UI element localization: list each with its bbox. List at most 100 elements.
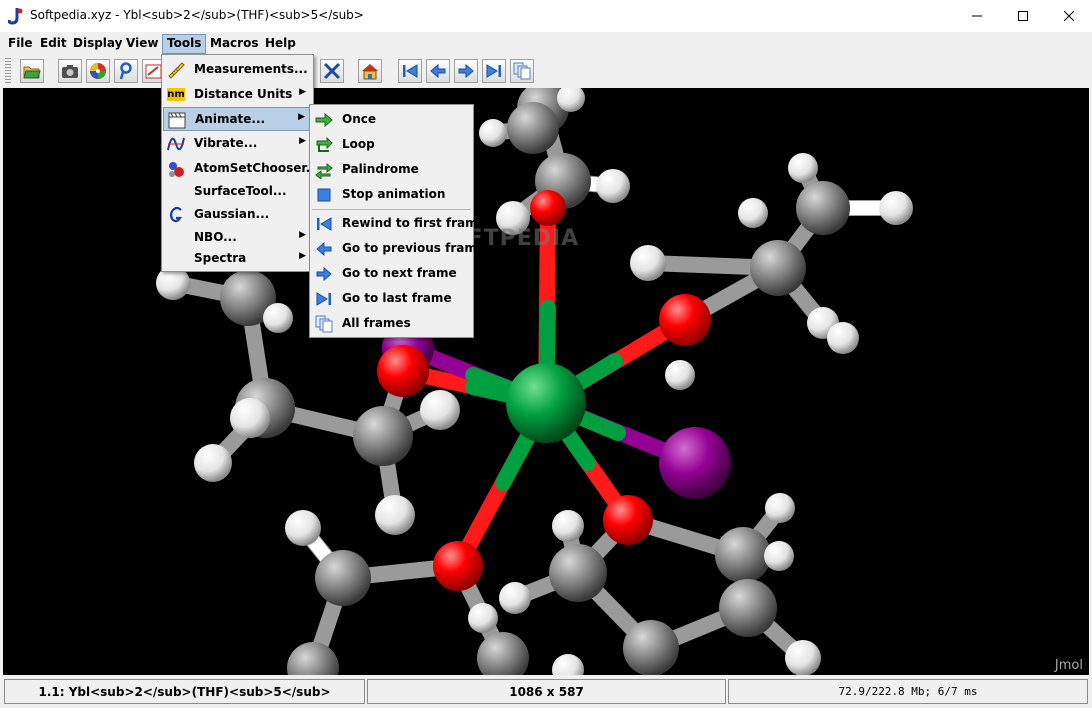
- menu-last-frame-label: Go to last frame: [342, 291, 452, 305]
- menu-all-frames[interactable]: All frames: [311, 312, 472, 336]
- menu-vibrate-label: Vibrate...: [194, 136, 258, 150]
- menu-view[interactable]: View: [122, 35, 162, 53]
- close-icon: [1064, 11, 1074, 21]
- home-icon: [362, 64, 378, 80]
- menu-rewind[interactable]: Rewind to first frame: [311, 212, 486, 236]
- menu-palindrome[interactable]: Palindrome: [311, 158, 472, 182]
- menu-edit[interactable]: Edit: [36, 35, 71, 53]
- jmol-app-icon: [8, 8, 23, 25]
- palindrome-icon: [315, 162, 333, 179]
- menu-previous-frame[interactable]: Go to previous frame: [311, 237, 485, 261]
- submenu-arrow-icon: ▶: [299, 230, 306, 240]
- last-frame-icon: [316, 292, 331, 306]
- stop-icon: [317, 188, 331, 202]
- previous-frame-button[interactable]: [426, 59, 450, 83]
- script-button[interactable]: [114, 59, 138, 83]
- export-image-button[interactable]: [58, 59, 82, 83]
- color-disc-icon: [90, 63, 106, 79]
- menu-loop[interactable]: Loop: [311, 133, 472, 157]
- all-frames-button[interactable]: [510, 59, 534, 83]
- toolbar-grip[interactable]: [5, 58, 11, 84]
- menu-macros[interactable]: Macros: [206, 35, 262, 53]
- jmol-label: Jmol: [1054, 658, 1083, 673]
- camera-icon: [62, 65, 78, 78]
- submenu-arrow-icon: ▶: [299, 251, 306, 261]
- menu-loop-label: Loop: [342, 137, 375, 151]
- title-bar: Softpedia.xyz - Ybl<sub>2</sub>(THF)<sub…: [0, 0, 1092, 32]
- submenu-arrow-icon: ▶: [299, 136, 306, 146]
- menu-display[interactable]: Display: [69, 35, 126, 53]
- menu-last-frame[interactable]: Go to last frame: [311, 287, 472, 311]
- previous-frame-icon: [316, 241, 332, 257]
- menu-bar: File Edit Display View Tools Macros Help: [0, 32, 1092, 54]
- menu-next-frame[interactable]: Go to next frame: [311, 262, 472, 286]
- menu-vibrate[interactable]: Vibrate... ▶: [163, 132, 312, 156]
- last-frame-button[interactable]: [482, 59, 506, 83]
- menu-once[interactable]: Once: [311, 108, 472, 132]
- menu-measurements[interactable]: Measurements...: [163, 58, 312, 82]
- rewind-icon: [317, 217, 332, 231]
- menu-animate-label: Animate...: [195, 112, 266, 126]
- home-button[interactable]: [358, 59, 382, 83]
- menu-stop-animation-label: Stop animation: [342, 187, 446, 201]
- all-frames-icon: [315, 315, 333, 333]
- status-memory: 72.9/222.8 Mb; 6/7 ms: [728, 679, 1088, 704]
- script-icon: [119, 62, 132, 80]
- menu-distance-units-label: Distance Units: [194, 87, 293, 101]
- menu-surfacetool-label: SurfaceTool...: [194, 184, 287, 198]
- maximize-icon: [1018, 11, 1028, 21]
- menu-measurements-label: Measurements...: [194, 62, 308, 76]
- menu-gaussian[interactable]: Gaussian...: [163, 203, 312, 227]
- menu-file[interactable]: File: [4, 35, 37, 53]
- arrow-right-icon: [315, 112, 333, 128]
- gaussian-g-icon: [169, 206, 182, 223]
- tools-menu: Measurements... nm Distance Units ▶ Anim…: [161, 54, 319, 272]
- ruler-icon: [168, 62, 185, 79]
- rotate-icon: [323, 62, 341, 80]
- status-dimensions: 1086 x 587: [367, 679, 726, 704]
- menu-separator: [312, 209, 471, 210]
- menu-spectra[interactable]: Spectra ▶: [163, 247, 312, 271]
- status-bar: 1.1: Ybl<sub>2</sub>(THF)<sub>5</sub> 10…: [0, 677, 1092, 708]
- color-button[interactable]: [86, 59, 110, 83]
- atom-set-icon: [169, 162, 184, 177]
- menu-gaussian-label: Gaussian...: [194, 207, 270, 221]
- rotate-button[interactable]: [320, 59, 344, 83]
- window-title: Softpedia.xyz - Ybl<sub>2</sub>(THF)<sub…: [30, 8, 364, 22]
- menu-stop-animation[interactable]: Stop animation: [311, 183, 472, 207]
- menu-animate[interactable]: Animate... ▶: [163, 107, 312, 131]
- next-frame-button[interactable]: [454, 59, 478, 83]
- status-model: 1.1: Ybl<sub>2</sub>(THF)<sub>5</sub>: [4, 679, 365, 704]
- first-frame-icon: [403, 64, 418, 78]
- animate-submenu: Once Loop Palindrome Stop animation Rewi…: [309, 104, 486, 338]
- open-button[interactable]: [20, 59, 44, 83]
- menu-all-frames-label: All frames: [342, 316, 411, 330]
- close-button[interactable]: [1046, 0, 1092, 32]
- menu-surfacetool[interactable]: SurfaceTool...: [163, 180, 312, 204]
- open-icon: [23, 66, 41, 79]
- clapperboard-icon: [168, 112, 186, 129]
- previous-frame-icon: [430, 63, 446, 79]
- menu-atomsetchooser-label: AtomSetChooser...: [194, 161, 320, 175]
- menu-previous-frame-label: Go to previous frame: [342, 241, 485, 255]
- menu-distance-units[interactable]: nm Distance Units ▶: [163, 83, 312, 107]
- menu-atomsetchooser[interactable]: AtomSetChooser...: [163, 157, 319, 181]
- menu-tools[interactable]: Tools: [162, 34, 207, 54]
- menu-spectra-label: Spectra: [194, 251, 247, 265]
- minimize-button[interactable]: [954, 0, 1000, 32]
- next-frame-icon: [316, 266, 332, 282]
- submenu-arrow-icon: ▶: [299, 87, 306, 97]
- nm-units-icon: nm: [167, 88, 185, 101]
- next-frame-icon: [458, 63, 474, 79]
- all-frames-icon: [513, 62, 531, 80]
- first-frame-button[interactable]: [398, 59, 422, 83]
- loop-icon: [316, 136, 333, 152]
- menu-next-frame-label: Go to next frame: [342, 266, 457, 280]
- menu-once-label: Once: [342, 112, 376, 126]
- maximize-button[interactable]: [1000, 0, 1046, 32]
- menu-help[interactable]: Help: [261, 35, 300, 53]
- menu-palindrome-label: Palindrome: [342, 162, 419, 176]
- submenu-arrow-icon: ▶: [298, 112, 305, 122]
- last-frame-icon: [486, 64, 501, 78]
- minimize-icon: [972, 15, 982, 17]
